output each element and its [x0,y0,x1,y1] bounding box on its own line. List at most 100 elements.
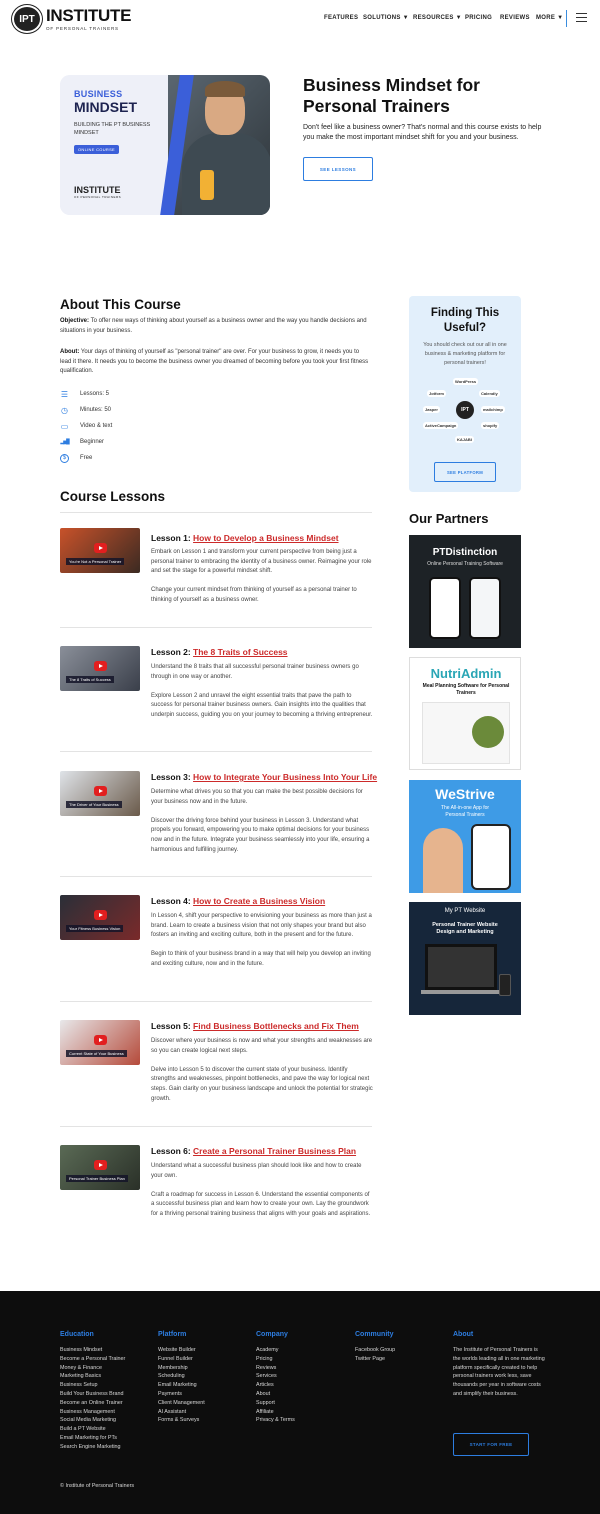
footer-link[interactable]: Website Builder [158,1346,205,1355]
footer-column-community: Community Facebook Group Twitter Page [355,1331,395,1364]
footer-link[interactable]: Payments [158,1390,205,1399]
lesson-thumbnail[interactable]: Personal Trainer Business Plan [60,1145,140,1190]
footer-link[interactable]: Build a PT Website [60,1425,125,1434]
integration-logo: KAJABI [455,436,474,443]
nav-more[interactable]: MORE ▼ [536,15,563,21]
promo-subtitle: You should check out our all in one busi… [423,342,507,366]
footer-link[interactable]: Search Engine Marketing [60,1443,125,1452]
food-photo [472,716,504,748]
footer-link[interactable]: About [256,1390,295,1399]
footer-about-text: The Institute of Personal Trainers is th… [453,1347,545,1397]
integration-logo: Jasper [423,406,440,413]
footer-link[interactable]: Client Management [158,1399,205,1408]
footer-link[interactable]: Pricing [256,1355,295,1364]
footer-link[interactable]: Academy [256,1346,295,1355]
partner-name: My PT Website [444,908,486,914]
partner-name: WeStrive [435,786,495,802]
logo-subtitle: OF PERSONAL TRAINERS [46,26,119,31]
nav-features[interactable]: FEATURES [324,15,358,21]
fact-text: Lessons: 5 [80,391,110,397]
hamburger-menu-icon[interactable] [576,13,587,22]
footer-link[interactable]: Affiliate [256,1408,295,1417]
about-text: Your days of thinking of yourself as "pe… [60,349,369,375]
lesson-link[interactable]: The 8 Traits of Success [193,647,287,657]
lesson-title: Lesson 2: The 8 Traits of Success [151,647,288,657]
partner-westrive[interactable]: WeStrive The All-in-one App for Personal… [409,780,521,893]
footer-link[interactable]: Become an Online Trainer [60,1399,125,1408]
lesson-number: Lesson 2: [151,647,194,657]
nav-solutions[interactable]: SOLUTIONS ▼ [363,15,409,21]
lesson-title: Lesson 6: Create a Personal Trainer Busi… [151,1146,356,1156]
footer-link[interactable]: Scheduling [158,1372,205,1381]
footer-link[interactable]: Membership [158,1364,205,1373]
lesson-thumbnail[interactable]: Current State of Your Business [60,1020,140,1065]
footer-link[interactable]: Email Marketing [158,1381,205,1390]
footer-link[interactable]: Marketing Basics [60,1372,125,1381]
footer-heading: Education [60,1331,94,1338]
lesson-link[interactable]: How to Develop a Business Mindset [193,533,338,543]
start-for-free-button[interactable]: START FOR FREE [453,1433,529,1456]
footer-link[interactable]: Forms & Surveys [158,1416,205,1425]
lesson-thumbnail[interactable]: You're Not a Personal Trainer [60,528,140,573]
footer-link[interactable]: Twitter Page [355,1355,395,1364]
divider [60,512,372,513]
see-lessons-button[interactable]: SEE LESSONS [303,157,373,181]
lesson-thumbnail[interactable]: Your Fitness Business Vision [60,895,140,940]
lesson-number: Lesson 6: [151,1146,194,1156]
lesson-link[interactable]: How to Integrate Your Business Into Your… [193,772,377,782]
footer-link[interactable]: Money & Finance [60,1364,125,1373]
about-paragraph: About: Your days of thinking of yourself… [60,348,372,377]
site-header: IPT INSTITUTE OF PERSONAL TRAINERS FEATU… [0,0,600,38]
partner-nutriadmin[interactable]: NutriAdmin Meal Planning Software for Pe… [409,657,521,770]
lesson-thumbnail[interactable]: The Driver of Your Business [60,771,140,816]
footer-link[interactable]: Services [256,1372,295,1381]
footer-link[interactable]: Business Management [60,1408,125,1417]
lesson-thumbnail[interactable]: The 8 Traits of Success [60,646,140,691]
footer-heading: About [453,1331,474,1338]
thumbnail-caption: You're Not a Personal Trainer [66,558,125,565]
lesson-link[interactable]: How to Create a Business Vision [193,896,325,906]
partner-tagline: Online Personal Training Software [427,561,503,567]
person-photo [423,828,463,893]
footer-link[interactable]: Social Media Marketing [60,1416,125,1425]
footer-link[interactable]: Support [256,1399,295,1408]
nav-reviews[interactable]: REVIEWS [500,15,530,21]
objective-text: To offer new ways of thinking about your… [60,318,367,334]
see-platform-button[interactable]: SEE PLATFORM [434,462,496,482]
hero-drink-bottle [200,170,214,200]
phone-mockup [471,824,511,890]
dollar-icon: $ [60,454,69,463]
lesson-paragraph: Explore Lesson 2 and unravel the eight e… [151,692,373,718]
fact-text: Free [80,455,93,461]
footer-link[interactable]: Privacy & Terms [256,1416,295,1425]
partner-ptdistinction[interactable]: PTDistinction Online Personal Training S… [409,535,521,648]
lesson-number: Lesson 4: [151,896,194,906]
footer-link[interactable]: AI Assistant [158,1408,205,1417]
lesson-link[interactable]: Find Business Bottlenecks and Fix Them [193,1021,359,1031]
lesson-title: Lesson 3: How to Integrate Your Business… [151,772,377,782]
footer-link[interactable]: Facebook Group [355,1346,395,1355]
logo-emblem: IPT [12,5,42,33]
site-logo[interactable]: IPT INSTITUTE OF PERSONAL TRAINERS [12,5,132,33]
footer-link[interactable]: Business Setup [60,1381,125,1390]
footer-link[interactable]: Reviews [256,1364,295,1373]
partner-tagline: Personal Trainer Website Design and Mark… [432,922,498,935]
play-icon [94,661,107,671]
nav-resources[interactable]: RESOURCES ▼ [413,15,462,21]
footer-link[interactable]: Articles [256,1381,295,1390]
footer-link[interactable]: Become a Personal Trainer [60,1355,125,1364]
lesson-link[interactable]: Create a Personal Trainer Business Plan [193,1146,356,1156]
laptop-mockup [425,944,497,990]
about-label: About: [60,349,80,355]
footer-link[interactable]: Email Marketing for PTs [60,1434,125,1443]
lesson-description: Embark on Lesson 1 and transform your cu… [151,548,373,615]
partner-myptwebsite[interactable]: My PT Website Personal Trainer Website D… [409,902,521,1015]
lesson-paragraph: Delve into Lesson 5 to discover the curr… [151,1066,373,1102]
footer-link[interactable]: Build Your Business Brand [60,1390,125,1399]
phone-mockup [499,974,511,996]
integrations-graphic: IPT WordPress Calendly mailchimp shopify… [423,376,507,448]
footer-link[interactable]: Business Mindset [60,1346,125,1355]
integration-logo: Jotform [427,390,446,397]
nav-pricing[interactable]: PRICING [465,15,492,21]
footer-link[interactable]: Funnel Builder [158,1355,205,1364]
